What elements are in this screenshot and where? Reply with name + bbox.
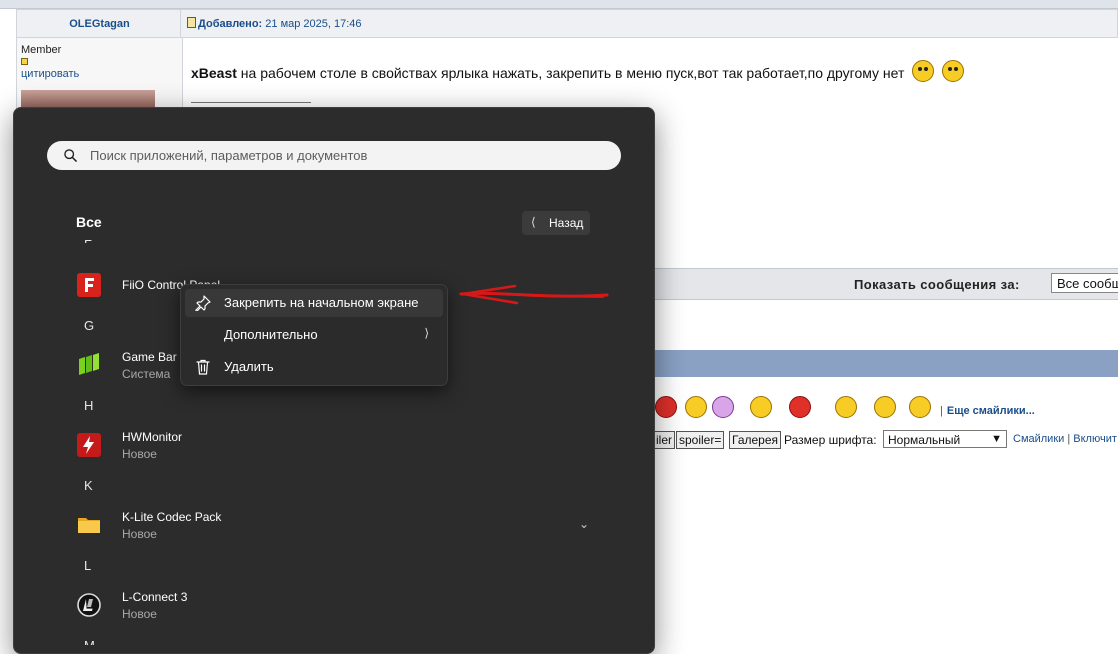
back-button-label: Назад	[549, 216, 584, 230]
lconnect-icon	[77, 593, 101, 617]
separator: |	[1067, 433, 1071, 445]
post-header: Добавлено: 21 мар 2025, 17:46	[181, 9, 1118, 38]
smiley-wave-icon[interactable]	[835, 396, 857, 418]
app-hwmonitor[interactable]: HWMonitor	[122, 430, 182, 444]
chevron-left-icon: ⟨	[531, 215, 536, 229]
signature-divider	[191, 102, 311, 103]
quote-link[interactable]: цитировать	[21, 68, 79, 80]
smiley-spin-icon[interactable]	[909, 396, 931, 418]
letter-header-k[interactable]: K	[84, 478, 93, 493]
post-author-name[interactable]: OLEGtagan	[17, 18, 182, 30]
game-bar-icon	[79, 353, 99, 375]
reply-header-band	[653, 350, 1118, 377]
pin-to-start-label: Закрепить на начальном экране	[224, 295, 419, 310]
smilies-row	[655, 392, 1118, 418]
app-hwmonitor-sub: Новое	[122, 447, 157, 461]
letter-header-m[interactable]: M	[84, 638, 95, 645]
font-size-label: Размер шрифта:	[784, 433, 877, 447]
trash-icon	[196, 359, 210, 375]
enable-link[interactable]: Включит	[1073, 433, 1117, 445]
smiley-think-icon[interactable]	[750, 396, 772, 418]
search-icon	[64, 149, 77, 162]
pin-to-start-item[interactable]: Закрепить на начальном экране	[185, 289, 443, 317]
spoiler-eq-button[interactable]: spoiler=	[676, 431, 725, 449]
member-rank: Member	[21, 44, 62, 56]
hwmonitor-icon	[77, 433, 101, 457]
gallery-button[interactable]: Галерея	[729, 431, 782, 449]
smiley-roll-icon[interactable]	[712, 396, 734, 418]
more-smilies-label[interactable]: Еще смайлики...	[947, 405, 1035, 417]
app-k-lite-codec-pack[interactable]: K-Lite Codec Pack	[122, 510, 221, 524]
app-game-bar-sub: Система	[122, 367, 171, 381]
app-l-connect-3[interactable]: L-Connect 3	[122, 590, 187, 604]
post-author-header: OLEGtagan	[16, 9, 181, 38]
post-body: xBeast на рабочем столе в свойствах ярлы…	[191, 60, 965, 82]
letter-header-f[interactable]: F	[84, 237, 92, 243]
smiley-cover-icon[interactable]	[874, 396, 896, 418]
show-messages-select[interactable]: Все сообщ	[1051, 273, 1118, 293]
annotation-arrow	[459, 284, 609, 305]
uninstall-label: Удалить	[224, 359, 274, 374]
show-messages-label: Показать сообщения за:	[854, 277, 1020, 292]
post-body-text: на рабочем столе в свойствах ярлыка нажа…	[236, 65, 905, 81]
smiley-icon	[942, 60, 965, 82]
letter-header-l[interactable]: L	[84, 558, 91, 573]
forum-top-bar	[0, 0, 1118, 9]
post-author-panel: Member цитировать	[16, 38, 183, 110]
smilies-link[interactable]: Смайлики	[1013, 433, 1064, 445]
app-game-bar[interactable]: Game Bar	[122, 350, 177, 364]
font-size-value: Нормальный	[888, 433, 961, 447]
rank-pip-icon	[21, 58, 28, 65]
spoiler-button[interactable]: iler	[653, 431, 676, 449]
letter-header-h[interactable]: H	[84, 398, 93, 413]
post-date-value: 21 мар 2025, 17:46	[265, 18, 362, 30]
more-smilies-link[interactable]: | Еще смайлики...	[940, 405, 1035, 417]
smiley-angry-icon[interactable]	[655, 396, 677, 418]
chevron-down-icon: ▼	[991, 433, 1002, 445]
app-l-connect-sub: Новое	[122, 607, 157, 621]
more-options-item[interactable]: Дополнительно ⟩	[185, 321, 443, 349]
app-context-menu: Закрепить на начальном экране Дополнител…	[180, 284, 448, 386]
search-placeholder: Поиск приложений, параметров и документо…	[90, 148, 368, 163]
font-size-select[interactable]: Нормальный ▼	[883, 430, 1007, 448]
letter-header-g[interactable]: G	[84, 318, 94, 333]
all-apps-title: Все	[76, 214, 102, 230]
folder-icon	[78, 518, 100, 533]
smiley-laugh-icon[interactable]	[685, 396, 707, 418]
search-input[interactable]: Поиск приложений, параметров и документо…	[47, 141, 621, 170]
post-date-prefix: Добавлено:	[198, 18, 263, 30]
chevron-right-icon: ⟩	[424, 326, 429, 340]
more-options-label: Дополнительно	[224, 327, 318, 342]
uninstall-item[interactable]: Удалить	[185, 353, 443, 381]
app-k-lite-sub: Новое	[122, 527, 157, 541]
separator: |	[940, 405, 943, 417]
post-date: Добавлено: 21 мар 2025, 17:46	[187, 17, 362, 30]
post-icon	[187, 17, 196, 28]
pin-icon	[195, 295, 211, 311]
fiio-icon	[77, 273, 101, 297]
smiley-icon	[912, 60, 935, 82]
chevron-down-icon[interactable]: ⌄	[579, 517, 589, 531]
smiley-devil-icon[interactable]	[789, 396, 811, 418]
post-mention: xBeast	[191, 65, 237, 81]
back-button[interactable]: ⟨ Назад	[522, 211, 590, 235]
format-links: Смайлики | Включит	[1013, 433, 1117, 445]
